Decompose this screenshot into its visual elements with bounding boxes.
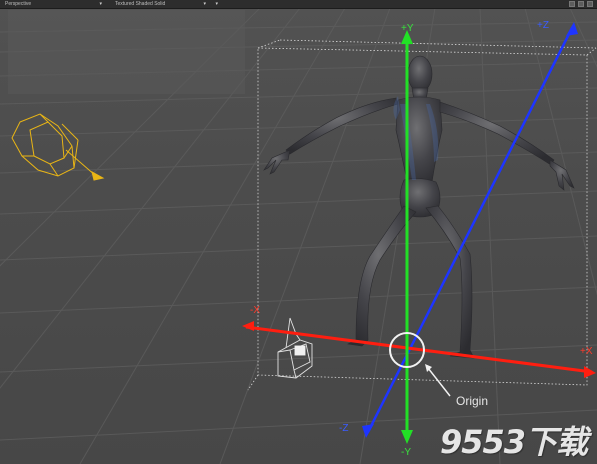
y-neg-label: -Y	[401, 447, 411, 458]
camera-icon[interactable]	[11, 113, 105, 181]
scene-canvas[interactable]	[0, 0, 597, 464]
y-axis	[401, 30, 413, 444]
watermark-logo: 9553下载	[440, 423, 588, 461]
light-icon[interactable]	[277, 317, 313, 379]
origin-label: Origin	[456, 394, 489, 408]
inset-panel	[8, 10, 245, 94]
shading-mode-dropdown[interactable]: Textured Shaded Solid ▾	[112, 0, 208, 8]
expand-icon[interactable]	[587, 1, 593, 7]
shading-mode-label: Textured Shaded Solid	[115, 1, 166, 7]
chevron-down-icon: ▾	[215, 1, 218, 7]
chevron-down-icon: ▾	[99, 1, 102, 7]
origin-marker	[389, 332, 451, 397]
z-neg-label: -Z	[339, 423, 349, 434]
z-pos-label: +Z	[537, 20, 549, 31]
x-pos-label: +X	[580, 346, 593, 357]
view-mode-label: Perspective	[5, 1, 32, 7]
shading-options-dropdown[interactable]: ▾	[206, 0, 220, 8]
3d-viewport[interactable]: Perspective ▾ Textured Shaded Solid ▾ ▾	[0, 0, 597, 464]
maximize-icon[interactable]	[578, 1, 584, 7]
character-mesh[interactable]	[263, 55, 575, 359]
y-pos-label: +Y	[401, 23, 414, 34]
view-mode-dropdown[interactable]: Perspective ▾	[2, 0, 104, 8]
x-neg-label: -X	[250, 305, 260, 316]
viewport-header: Perspective ▾ Textured Shaded Solid ▾ ▾	[0, 0, 597, 9]
display-options-icon[interactable]	[569, 1, 575, 7]
